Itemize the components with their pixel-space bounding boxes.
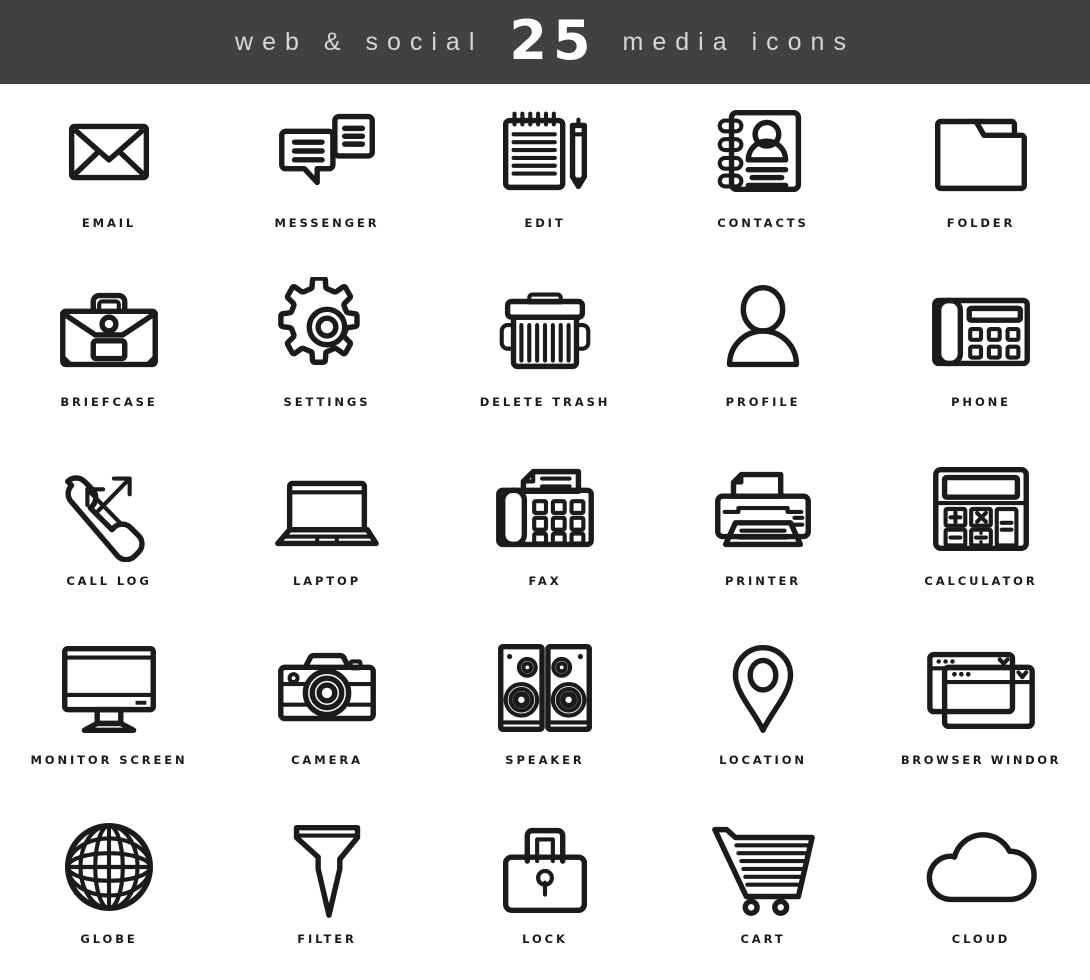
- header-banner: web & social 25 media icons: [0, 0, 1090, 84]
- icon-row: GLOBE FILTER LOCK CART CLOUD: [0, 800, 1090, 975]
- icon-row: CALL LOG LAPTOP FAX PRINTER CALCULATOR: [0, 442, 1090, 621]
- funnel-icon: [268, 814, 386, 920]
- notepad-pencil-icon: [486, 98, 604, 204]
- icon-label: PHONE: [951, 395, 1011, 409]
- icon-row: EMAIL MESSENGER EDIT CONTACTS FOLDER: [0, 84, 1090, 263]
- icon-cell-folder[interactable]: FOLDER: [872, 84, 1090, 263]
- padlock-icon: [486, 814, 604, 920]
- icon-cell-delete-trash[interactable]: DELETE TRASH: [436, 263, 654, 442]
- icon-label: CONTACTS: [717, 216, 809, 230]
- address-book-icon: [704, 98, 822, 204]
- icon-cell-printer[interactable]: PRINTER: [654, 442, 872, 621]
- icon-label: CAMERA: [291, 753, 363, 767]
- icon-row: BRIEFCASE SETTINGS DELETE TRASH PROFILE …: [0, 263, 1090, 442]
- header-left-text: web & social: [235, 27, 484, 56]
- icon-label: CALCULATOR: [924, 574, 1038, 588]
- icon-cell-laptop[interactable]: LAPTOP: [218, 442, 436, 621]
- icon-cell-call-log[interactable]: CALL LOG: [0, 442, 218, 621]
- envelope-icon: [50, 98, 168, 204]
- icon-label: PRINTER: [724, 574, 802, 588]
- chat-bubbles-icon: [268, 98, 386, 204]
- header-right-text: media icons: [622, 27, 855, 56]
- icon-cell-cloud[interactable]: CLOUD: [872, 800, 1090, 975]
- icon-cell-messenger[interactable]: MESSENGER: [218, 84, 436, 263]
- camera-icon: [268, 635, 386, 741]
- map-pin-icon: [704, 635, 822, 741]
- icon-label: BROWSER WINDOR: [900, 753, 1062, 767]
- icon-label: SPEAKER: [505, 753, 585, 767]
- icon-label: PROFILE: [725, 395, 801, 409]
- icon-cell-location[interactable]: LOCATION: [654, 621, 872, 800]
- icon-label: SETTINGS: [283, 395, 371, 409]
- icon-label: DELETE TRASH: [479, 395, 611, 409]
- icon-cell-monitor-screen[interactable]: MONITOR SCREEN: [0, 621, 218, 800]
- icon-label: FOLDER: [946, 216, 1016, 230]
- icon-label: BRIEFCASE: [60, 395, 158, 409]
- speakers-icon: [486, 635, 604, 741]
- icon-cell-speaker[interactable]: SPEAKER: [436, 621, 654, 800]
- header-count: 25: [509, 9, 597, 72]
- monitor-icon: [50, 635, 168, 741]
- shopping-cart-icon: [704, 814, 822, 920]
- folder-icon: [922, 98, 1040, 204]
- icon-cell-phone[interactable]: PHONE: [872, 263, 1090, 442]
- header-inner: web & social 25 media icons: [235, 9, 855, 72]
- icon-row: MONITOR SCREEN CAMERA SPEAKER LOCATION B…: [0, 621, 1090, 800]
- icon-label: MONITOR SCREEN: [30, 753, 188, 767]
- desk-phone-icon: [922, 277, 1040, 383]
- globe-icon: [50, 814, 168, 920]
- user-avatar-icon: [704, 277, 822, 383]
- icon-cell-email[interactable]: EMAIL: [0, 84, 218, 263]
- icon-cell-fax[interactable]: FAX: [436, 442, 654, 621]
- icon-label: EDIT: [524, 216, 566, 230]
- briefcase-icon: [50, 277, 168, 383]
- fax-machine-icon: [486, 456, 604, 562]
- icon-cell-briefcase[interactable]: BRIEFCASE: [0, 263, 218, 442]
- icon-cell-camera[interactable]: CAMERA: [218, 621, 436, 800]
- icon-label: MESSENGER: [274, 216, 380, 230]
- icon-cell-contacts[interactable]: CONTACTS: [654, 84, 872, 263]
- icon-cell-settings[interactable]: SETTINGS: [218, 263, 436, 442]
- icon-cell-globe[interactable]: GLOBE: [0, 800, 218, 975]
- cloud-icon: [922, 814, 1040, 920]
- laptop-icon: [268, 456, 386, 562]
- icon-cell-cart[interactable]: CART: [654, 800, 872, 975]
- calculator-icon: [922, 456, 1040, 562]
- handset-arrows-icon: [50, 456, 168, 562]
- icon-label: GLOBE: [80, 932, 138, 946]
- icon-label: CALL LOG: [66, 574, 152, 588]
- icon-label: CLOUD: [951, 932, 1011, 946]
- printer-icon: [704, 456, 822, 562]
- icon-cell-calculator[interactable]: CALCULATOR: [872, 442, 1090, 621]
- icon-cell-edit[interactable]: EDIT: [436, 84, 654, 263]
- icon-label: CART: [740, 932, 786, 946]
- icon-label: FAX: [528, 574, 562, 588]
- icon-cell-browser-window[interactable]: BROWSER WINDOR: [872, 621, 1090, 800]
- icon-cell-filter[interactable]: FILTER: [218, 800, 436, 975]
- icon-label: LAPTOP: [292, 574, 362, 588]
- icon-label: LOCATION: [719, 753, 807, 767]
- browser-windows-icon: [922, 635, 1040, 741]
- icon-label: LOCK: [522, 932, 568, 946]
- icon-cell-lock[interactable]: LOCK: [436, 800, 654, 975]
- icon-set-page: web & social 25 media icons EMAIL MESSEN…: [0, 0, 1090, 980]
- icon-grid: EMAIL MESSENGER EDIT CONTACTS FOLDER BRI…: [0, 84, 1090, 975]
- icon-label: EMAIL: [81, 216, 137, 230]
- icon-label: FILTER: [297, 932, 357, 946]
- gear-icon: [268, 277, 386, 383]
- icon-cell-profile[interactable]: PROFILE: [654, 263, 872, 442]
- trash-can-icon: [486, 277, 604, 383]
